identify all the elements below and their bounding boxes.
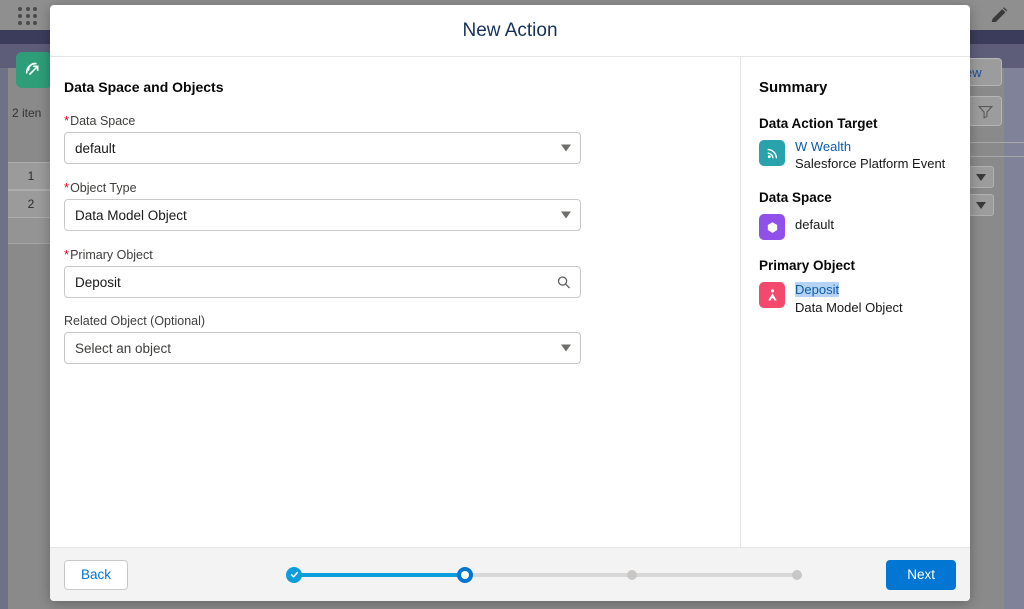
summary-group-data-action-target: Data Action Target W Wealth Salesforce P… — [759, 116, 970, 172]
new-action-modal: New Action Data Space and Objects *Data … — [50, 5, 970, 601]
app-launcher-grid-icon[interactable] — [14, 4, 42, 28]
summary-primary-wrapper: Deposit — [795, 281, 903, 299]
required-asterisk: * — [64, 113, 70, 128]
data-space-hexagon-icon — [759, 214, 785, 240]
field-label-related-object: Related Object (Optional) — [64, 314, 716, 328]
summary-group-primary-object: Primary Object Deposit Data Model Object — [759, 258, 970, 316]
summary-group-data-space: Data Space default — [759, 190, 970, 240]
summary-title: Summary — [759, 79, 828, 96]
progress-line — [301, 572, 458, 577]
field-related-object: Related Object (Optional) Select an obje… — [64, 314, 716, 364]
row-action-chevron-icon[interactable] — [968, 194, 994, 216]
object-type-select[interactable]: Data Model Object — [64, 199, 581, 231]
chevron-down-icon[interactable] — [561, 344, 571, 352]
summary-row: default — [759, 212, 970, 240]
required-asterisk: * — [64, 247, 70, 262]
filter-funnel-icon[interactable] — [968, 96, 1002, 126]
summary-heading: Primary Object — [759, 258, 856, 273]
modal-header: New Action — [50, 5, 970, 57]
summary-heading: Data Space — [759, 190, 832, 205]
table-row-number: 1 — [8, 162, 54, 190]
summary-primary-value[interactable]: Deposit — [795, 282, 840, 297]
field-data-space: *Data Space default — [64, 113, 716, 164]
chevron-down-icon[interactable] — [561, 211, 571, 219]
data-model-object-icon — [759, 282, 785, 308]
label-text: Related Object (Optional) — [64, 314, 206, 328]
label-text: Data Space — [70, 114, 136, 128]
primary-object-value: Deposit — [75, 274, 121, 290]
progress-step-4[interactable] — [792, 569, 803, 580]
summary-text: W Wealth Salesforce Platform Event — [795, 138, 945, 172]
progress-dot-active[interactable] — [456, 566, 473, 583]
table-row-number: 2 — [8, 190, 54, 218]
summary-row: W Wealth Salesforce Platform Event — [759, 138, 970, 172]
label-text: Primary Object — [70, 248, 153, 262]
section-title: Data Space and Objects — [64, 79, 224, 95]
progress-dot-pending[interactable] — [792, 569, 803, 580]
chevron-down-icon[interactable] — [561, 144, 571, 152]
object-type-value: Data Model Object — [75, 207, 187, 223]
items-count-label: 2 iten — [12, 106, 42, 120]
field-label-object-type: *Object Type — [64, 180, 716, 195]
progress-line — [471, 572, 629, 577]
modal-footer: Back Next — [50, 547, 970, 601]
data-cloud-app-icon — [16, 52, 52, 88]
row-action-chevron-icon[interactable] — [968, 166, 994, 188]
field-label-primary-object: *Primary Object — [64, 247, 716, 262]
progress-indicator — [286, 566, 803, 583]
progress-step-3[interactable] — [627, 569, 794, 580]
next-button[interactable]: Next — [886, 559, 956, 590]
progress-dot-pending[interactable] — [627, 569, 638, 580]
back-button[interactable]: Back — [64, 559, 129, 590]
data-space-value: default — [75, 140, 116, 156]
summary-row: Deposit Data Model Object — [759, 280, 970, 316]
field-label-data-space: *Data Space — [64, 113, 716, 128]
data-space-select[interactable]: default — [64, 132, 581, 164]
search-icon[interactable] — [556, 275, 571, 290]
primary-object-lookup[interactable]: Deposit — [64, 266, 581, 298]
summary-primary-value: default — [795, 217, 835, 232]
summary-secondary-value: Data Model Object — [795, 300, 903, 315]
page-title: New Action — [462, 19, 558, 41]
table-row-empty — [8, 218, 54, 244]
progress-line — [636, 572, 794, 577]
progress-step-2[interactable] — [456, 566, 629, 583]
left-rail — [0, 68, 8, 609]
related-object-select[interactable]: Select an object — [64, 332, 581, 364]
right-rail — [1004, 68, 1024, 609]
related-object-value: Select an object — [75, 340, 172, 356]
required-asterisk: * — [64, 180, 70, 195]
pencil-edit-icon[interactable] — [988, 5, 1010, 27]
field-primary-object: *Primary Object Deposit — [64, 247, 716, 298]
summary-heading: Data Action Target — [759, 116, 878, 131]
summary-text: Deposit Data Model Object — [795, 280, 903, 316]
summary-text: default — [795, 212, 834, 233]
summary-secondary-value: Salesforce Platform Event — [795, 156, 946, 171]
modal-body: Data Space and Objects *Data Space defau… — [50, 57, 970, 547]
summary-primary-value[interactable]: W Wealth — [795, 139, 945, 155]
summary-pane: Summary Data Action Target W Wealth Sale — [741, 57, 970, 547]
progress-step-1[interactable] — [286, 566, 458, 583]
form-pane: Data Space and Objects *Data Space defau… — [50, 57, 741, 547]
field-object-type: *Object Type Data Model Object — [64, 180, 716, 231]
check-icon[interactable] — [286, 566, 302, 583]
label-text: Object Type — [70, 181, 137, 195]
platform-event-icon — [759, 140, 785, 166]
